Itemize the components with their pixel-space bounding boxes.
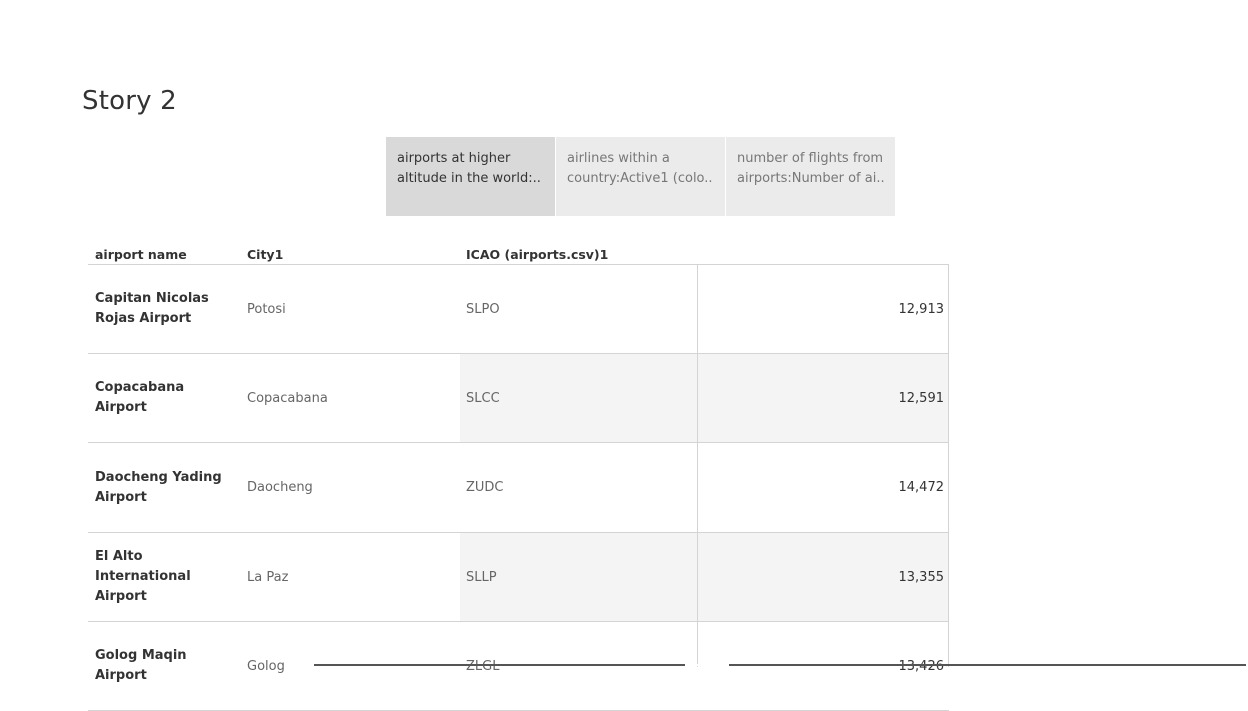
city-cell: Daocheng <box>247 480 313 495</box>
icao-cell: SLLP <box>466 569 497 585</box>
altitude-value-cell: 13,355 <box>898 569 945 585</box>
story-point-airports-altitude[interactable]: airports at higher altitude in the world… <box>386 137 555 216</box>
airport-name-cell: El Alto International Airport <box>95 549 191 604</box>
table-row[interactable]: Copacabana Airport Copacabana SLCC 12,59… <box>88 354 949 443</box>
story-navigator: airports at higher altitude in the world… <box>386 137 896 216</box>
airport-name-cell: Copacabana Airport <box>95 380 185 415</box>
table-right-border <box>948 265 949 667</box>
scrollbar-gap <box>685 664 729 666</box>
icao-cell: SLPO <box>466 301 500 317</box>
story-title: Story 2 <box>82 86 177 116</box>
story-point-airlines-country[interactable]: airlines within a country:Active1 (colo.… <box>556 137 725 216</box>
column-header-icao[interactable]: ICAO (airports.csv)1 <box>466 247 608 262</box>
airport-name-cell: Capitan Nicolas Rojas Airport <box>95 291 209 326</box>
table-row[interactable]: Daocheng Yading Airport Daocheng ZUDC 14… <box>88 443 949 533</box>
story-point-flights-airports[interactable]: number of flights from airports:Number o… <box>726 137 895 216</box>
story-point-caption-line: number of flights from <box>737 151 884 166</box>
story-point-caption-line: altitude in the world:.. <box>397 171 541 186</box>
story-point-caption-line: country:Active1 (colo.. <box>567 171 713 186</box>
table-row[interactable]: El Alto International Airport La Paz SLL… <box>88 533 949 622</box>
column-header-city[interactable]: City1 <box>247 247 283 262</box>
column-divider <box>697 265 698 667</box>
icao-cell: SLCC <box>466 390 500 406</box>
table-row[interactable]: Capitan Nicolas Rojas Airport Potosi SLP… <box>88 265 949 354</box>
story-point-caption-line: airports at higher <box>397 151 511 166</box>
altitude-value-cell: 14,472 <box>898 480 945 495</box>
altitude-value-cell: 12,591 <box>898 390 945 406</box>
city-cell: Potosi <box>247 301 286 317</box>
altitude-value-cell: 12,913 <box>898 301 945 317</box>
city-cell: La Paz <box>247 569 289 585</box>
scrollbar-track <box>314 664 1246 666</box>
column-header-airport-name[interactable]: airport name <box>95 247 187 262</box>
story-point-caption-line: airlines within a <box>567 151 670 166</box>
airport-table: Capitan Nicolas Rojas Airport Potosi SLP… <box>88 265 949 711</box>
city-cell: Copacabana <box>247 390 328 406</box>
story-point-caption-line: airports:Number of ai.. <box>737 171 884 186</box>
icao-cell: ZUDC <box>466 480 504 495</box>
airport-name-cell: Daocheng Yading Airport <box>95 469 222 505</box>
